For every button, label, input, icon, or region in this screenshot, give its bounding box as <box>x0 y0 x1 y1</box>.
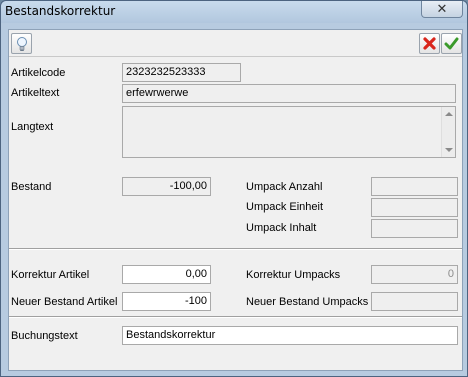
korrektur-artikel-input[interactable]: 0,00 <box>122 265 211 284</box>
green-check-icon <box>444 37 459 50</box>
neuer-bestand-artikel-input[interactable]: -100 <box>122 292 211 311</box>
cancel-button[interactable] <box>419 33 440 54</box>
umpack-einheit-label: Umpack Einheit <box>246 201 324 213</box>
close-icon: ✕ <box>436 1 448 17</box>
korrektur-umpacks-label: Korrektur Umpacks <box>246 269 341 281</box>
red-x-icon <box>423 37 436 50</box>
neuer-bestand-umpacks-label: Neuer Bestand Umpacks <box>246 296 369 308</box>
buchungstext-input[interactable]: Bestandskorrektur <box>122 326 458 345</box>
artikeltext-field[interactable]: erfewrwerwe <box>122 84 456 103</box>
umpack-inhalt-label: Umpack Inhalt <box>246 222 317 234</box>
ok-button[interactable] <box>441 33 462 54</box>
toolbar <box>9 30 462 57</box>
close-button[interactable]: ✕ <box>421 1 463 18</box>
neuer-bestand-umpacks-field[interactable] <box>371 292 458 311</box>
langtext-scrollbar[interactable] <box>441 107 455 157</box>
scroll-up-icon[interactable] <box>445 112 453 116</box>
umpack-anzahl-field[interactable] <box>371 177 458 196</box>
separator <box>9 316 462 318</box>
langtext-label: Langtext <box>11 121 54 133</box>
neuer-bestand-artikel-label: Neuer Bestand Artikel <box>11 296 118 308</box>
window-title: Bestandskorrektur <box>5 4 116 18</box>
separator <box>9 248 462 250</box>
artikeltext-label: Artikeltext <box>11 87 60 99</box>
dialog-client-area: Artikelcode 2323232523333 Artikeltext er… <box>8 29 463 371</box>
scroll-down-icon[interactable] <box>445 148 453 152</box>
korrektur-umpacks-field[interactable]: 0 <box>371 265 458 284</box>
buchungstext-label: Buchungstext <box>11 330 78 342</box>
langtext-textarea[interactable] <box>122 106 456 158</box>
artikelcode-field[interactable]: 2323232523333 <box>122 63 241 82</box>
umpack-anzahl-label: Umpack Anzahl <box>246 181 323 193</box>
artikelcode-label: Artikelcode <box>11 67 66 79</box>
lightbulb-icon <box>16 36 27 51</box>
umpack-inhalt-field[interactable] <box>371 219 458 238</box>
title-bar[interactable]: Bestandskorrektur ✕ <box>1 1 467 23</box>
umpack-einheit-field[interactable] <box>371 198 458 217</box>
dialog-window: Bestandskorrektur ✕ Artikelcode 23232325… <box>0 0 468 377</box>
korrektur-artikel-label: Korrektur Artikel <box>11 269 90 281</box>
bestand-field[interactable]: -100,00 <box>122 177 211 196</box>
hint-button[interactable] <box>11 33 32 54</box>
bestand-label: Bestand <box>11 181 52 193</box>
